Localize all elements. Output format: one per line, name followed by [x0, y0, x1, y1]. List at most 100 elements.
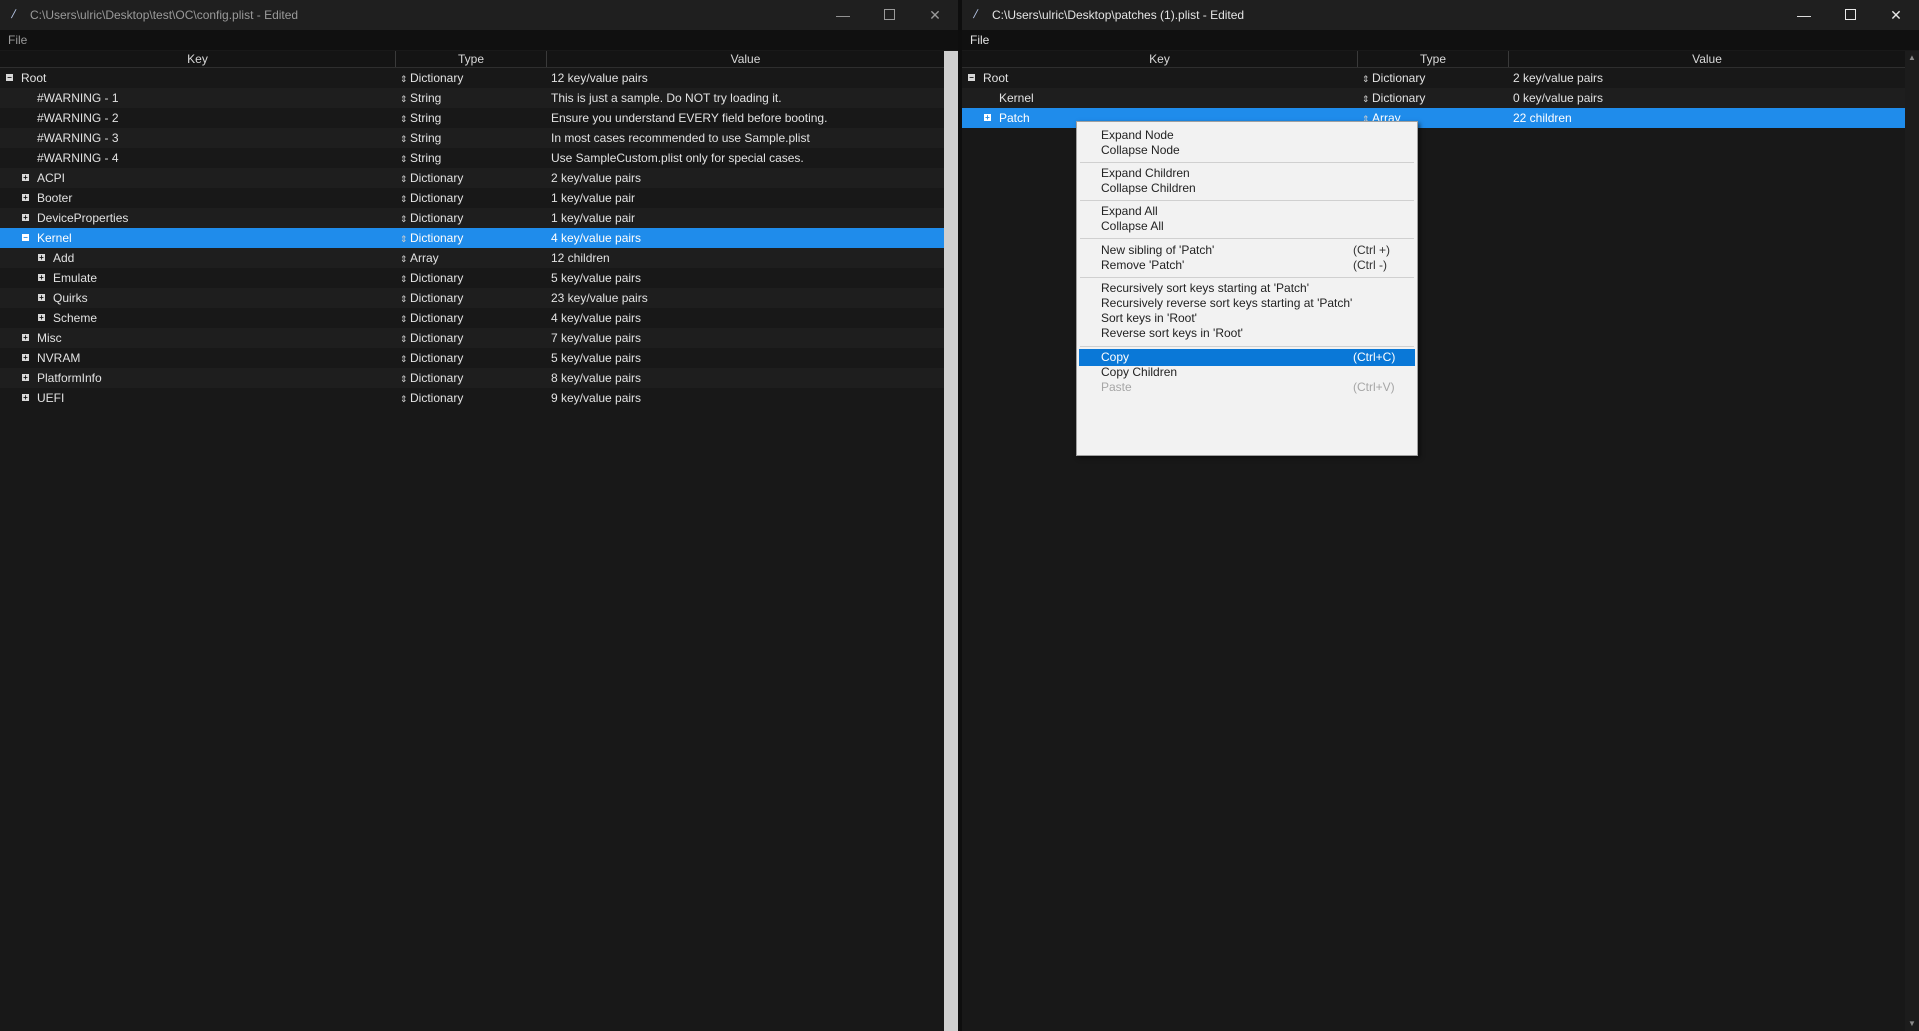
collapse-icon[interactable]: −	[968, 74, 975, 82]
tree-row[interactable]: Kernel ⇕ Dictionary 0 key/value pairs	[962, 88, 1905, 108]
tree-row[interactable]: #WARNING - 1 ⇕ String This is just a sample…	[0, 88, 944, 108]
column-type[interactable]: Type	[396, 51, 547, 67]
type-selector-icon[interactable]: ⇕	[400, 209, 408, 228]
scroll-up-icon[interactable]: ▲	[1905, 51, 1919, 65]
tree-row[interactable]: + Add ⇕ Array 12 children	[0, 248, 944, 268]
type-selector-icon[interactable]: ⇕	[400, 389, 408, 408]
menu-file[interactable]: File	[970, 33, 989, 47]
value-cell[interactable]: 23 key/value pairs	[551, 288, 940, 308]
tree-row[interactable]: + NVRAM ⇕ Dictionary 5 key/value pairs	[0, 348, 944, 368]
key-cell[interactable]: + Add	[0, 248, 395, 268]
tree-row[interactable]: + Booter ⇕ Dictionary 1 key/value pair	[0, 188, 944, 208]
tree-row[interactable]: − Kernel ⇕ Dictionary 4 key/value pairs	[0, 228, 944, 248]
type-cell[interactable]: ⇕ Array	[400, 248, 545, 268]
key-cell[interactable]: − Root	[962, 68, 1357, 88]
key-cell[interactable]: + Emulate	[0, 268, 395, 288]
type-selector-icon[interactable]: ⇕	[400, 309, 408, 328]
key-cell[interactable]: + Booter	[0, 188, 395, 208]
type-cell[interactable]: ⇕ Dictionary	[1362, 88, 1507, 108]
key-cell[interactable]: + Misc	[0, 328, 395, 348]
expand-icon[interactable]: +	[38, 314, 45, 322]
value-cell[interactable]: 9 key/value pairs	[551, 388, 940, 408]
key-cell[interactable]: + DeviceProperties	[0, 208, 395, 228]
value-cell[interactable]: 4 key/value pairs	[551, 228, 940, 248]
vertical-scrollbar[interactable]: ▲ ▼	[1905, 51, 1919, 1031]
value-cell[interactable]: 5 key/value pairs	[551, 348, 940, 368]
expand-icon[interactable]: +	[38, 294, 45, 302]
type-cell[interactable]: ⇕ Dictionary	[400, 268, 545, 288]
value-cell[interactable]: 1 key/value pair	[551, 208, 940, 228]
tree-row[interactable]: − Root ⇕ Dictionary 12 key/value pairs	[0, 68, 944, 88]
column-key[interactable]: Key	[0, 51, 396, 67]
tree-row[interactable]: #WARNING - 2 ⇕ String Ensure you understand…	[0, 108, 944, 128]
tree-row[interactable]: + Misc ⇕ Dictionary 7 key/value pairs	[0, 328, 944, 348]
menu-item[interactable]: Collapse Node	[1079, 142, 1415, 159]
value-cell[interactable]: 7 key/value pairs	[551, 328, 940, 348]
value-cell[interactable]: This is just a sample. Do NOT try loadin…	[551, 88, 940, 108]
key-cell[interactable]: #WARNING - 3	[0, 128, 395, 148]
type-selector-icon[interactable]: ⇕	[400, 229, 408, 248]
type-cell[interactable]: ⇕ String	[400, 88, 545, 108]
tree-row[interactable]: + Scheme ⇕ Dictionary 4 key/value pairs	[0, 308, 944, 328]
key-cell[interactable]: Kernel	[962, 88, 1357, 108]
value-cell[interactable]: 8 key/value pairs	[551, 368, 940, 388]
type-selector-icon[interactable]: ⇕	[400, 109, 408, 128]
column-value[interactable]: Value	[1509, 51, 1905, 67]
type-cell[interactable]: ⇕ Dictionary	[400, 208, 545, 228]
expand-icon[interactable]: +	[22, 334, 29, 342]
key-cell[interactable]: #WARNING - 4	[0, 148, 395, 168]
tree-row[interactable]: #WARNING - 4 ⇕ String Use SampleCustom.plis…	[0, 148, 944, 168]
type-cell[interactable]: ⇕ Dictionary	[400, 188, 545, 208]
key-cell[interactable]: − Kernel	[0, 228, 395, 248]
type-selector-icon[interactable]: ⇕	[400, 189, 408, 208]
expand-icon[interactable]: +	[22, 214, 29, 222]
type-selector-icon[interactable]: ⇕	[400, 69, 408, 88]
type-cell[interactable]: ⇕ Dictionary	[1362, 68, 1507, 88]
value-cell[interactable]: 2 key/value pairs	[551, 168, 940, 188]
type-cell[interactable]: ⇕ Dictionary	[400, 228, 545, 248]
value-cell[interactable]: 1 key/value pair	[551, 188, 940, 208]
type-cell[interactable]: ⇕ Dictionary	[400, 348, 545, 368]
expand-icon[interactable]: +	[22, 354, 29, 362]
tree-row[interactable]: #WARNING - 3 ⇕ String In most cases recomme…	[0, 128, 944, 148]
type-selector-icon[interactable]: ⇕	[1362, 69, 1370, 88]
collapse-icon[interactable]: −	[6, 74, 13, 82]
value-cell[interactable]: 22 children	[1513, 108, 1901, 128]
title-bar[interactable]: / C:\Users\ulric\Desktop\test\OC\config.…	[0, 0, 958, 30]
menu-item[interactable]: Remove 'Patch' (Ctrl -)	[1079, 257, 1415, 274]
type-cell[interactable]: ⇕ Dictionary	[400, 388, 545, 408]
value-cell[interactable]: Use SampleCustom.plist only for special …	[551, 148, 940, 168]
value-cell[interactable]: In most cases recommended to use Sample.…	[551, 128, 940, 148]
type-cell[interactable]: ⇕ Dictionary	[400, 328, 545, 348]
tree-row[interactable]: − Root ⇕ Dictionary 2 key/value pairs	[962, 68, 1905, 88]
type-cell[interactable]: ⇕ String	[400, 128, 545, 148]
column-key[interactable]: Key	[962, 51, 1358, 67]
value-cell[interactable]: 5 key/value pairs	[551, 268, 940, 288]
title-bar[interactable]: / C:\Users\ulric\Desktop\patches (1).pli…	[962, 0, 1919, 30]
key-cell[interactable]: + NVRAM	[0, 348, 395, 368]
value-cell[interactable]: 12 key/value pairs	[551, 68, 940, 88]
expand-icon[interactable]: +	[22, 394, 29, 402]
type-cell[interactable]: ⇕ Dictionary	[400, 308, 545, 328]
value-cell[interactable]: 2 key/value pairs	[1513, 68, 1901, 88]
value-cell[interactable]: 4 key/value pairs	[551, 308, 940, 328]
expand-icon[interactable]: +	[22, 174, 29, 182]
key-cell[interactable]: #WARNING - 2	[0, 108, 395, 128]
type-selector-icon[interactable]: ⇕	[400, 169, 408, 188]
menu-file[interactable]: File	[8, 33, 27, 47]
type-selector-icon[interactable]: ⇕	[400, 89, 408, 108]
menu-item[interactable]: Collapse All	[1079, 218, 1415, 235]
minimize-button[interactable]: —	[1781, 0, 1827, 30]
type-cell[interactable]: ⇕ String	[400, 108, 545, 128]
plist-tree[interactable]: Key Type Value − Root ⇕ Dictionary 12 key/va…	[0, 51, 944, 1031]
tree-row[interactable]: + UEFI ⇕ Dictionary 9 key/value pairs	[0, 388, 944, 408]
close-button[interactable]: ✕	[1873, 0, 1919, 30]
key-cell[interactable]: + UEFI	[0, 388, 395, 408]
key-cell[interactable]: + ACPI	[0, 168, 395, 188]
type-cell[interactable]: ⇕ Dictionary	[400, 368, 545, 388]
type-cell[interactable]: ⇕ Dictionary	[400, 168, 545, 188]
type-cell[interactable]: ⇕ Dictionary	[400, 68, 545, 88]
type-selector-icon[interactable]: ⇕	[400, 129, 408, 148]
tree-row[interactable]: + PlatformInfo ⇕ Dictionary 8 key/value pair…	[0, 368, 944, 388]
maximize-button[interactable]	[1827, 0, 1873, 30]
